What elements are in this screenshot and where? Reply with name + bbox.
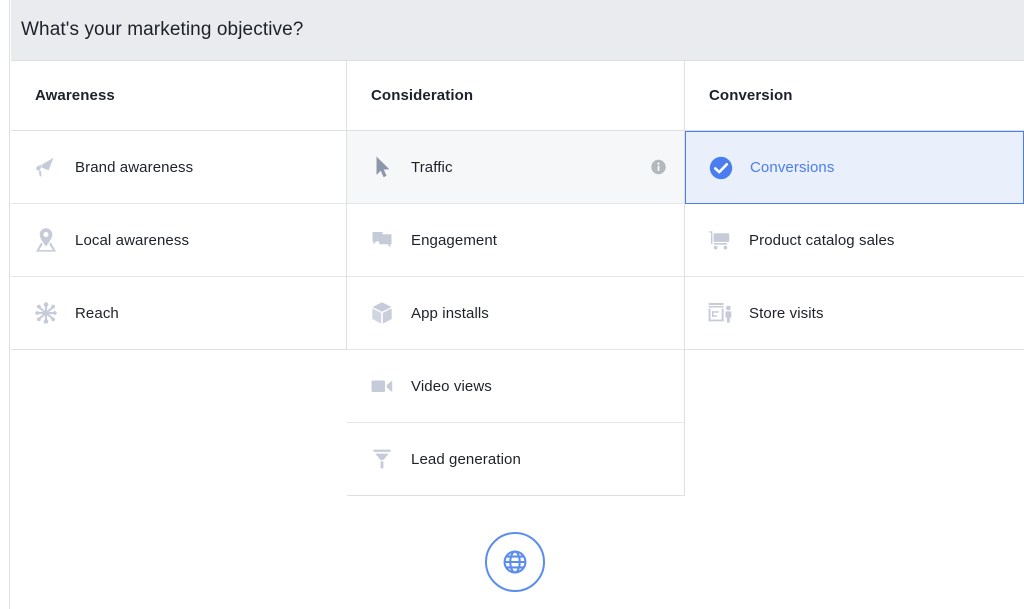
option-label: Local awareness — [75, 231, 190, 249]
column-title: Consideration — [371, 87, 474, 104]
video-camera-icon — [365, 371, 399, 401]
check-circle-icon — [704, 153, 738, 183]
option-store-visits[interactable]: Store visits — [685, 277, 1024, 350]
option-label: Traffic — [411, 158, 453, 176]
objective-columns: Awareness Brand awareness Local awarenes… — [11, 61, 1024, 496]
column-title: Conversion — [709, 87, 793, 104]
option-brand-awareness[interactable]: Brand awareness — [11, 131, 346, 204]
option-engagement[interactable]: Engagement — [347, 204, 684, 277]
option-product-catalog-sales[interactable]: Product catalog sales — [685, 204, 1024, 277]
option-label: Brand awareness — [75, 158, 194, 176]
option-label: Conversions — [750, 159, 835, 176]
column-header-awareness: Awareness — [11, 61, 346, 131]
option-video-views[interactable]: Video views — [347, 350, 684, 423]
cube-icon — [365, 298, 399, 328]
option-local-awareness[interactable]: Local awareness — [11, 204, 346, 277]
option-label: App installs — [411, 304, 489, 322]
info-icon[interactable] — [651, 159, 666, 175]
option-label: Video views — [411, 377, 492, 395]
option-label: Product catalog sales — [749, 231, 895, 249]
option-lead-generation[interactable]: Lead generation — [347, 423, 684, 496]
globe-button[interactable] — [484, 532, 545, 592]
cursor-arrow-icon — [365, 152, 399, 182]
objective-card: What's your marketing objective? Awarene… — [11, 0, 1024, 609]
globe-button-row — [11, 532, 1024, 592]
option-reach[interactable]: Reach — [11, 277, 346, 350]
map-pin-icon — [29, 225, 63, 255]
left-gutter — [0, 0, 10, 609]
option-app-installs[interactable]: App installs — [347, 277, 684, 350]
marketing-objective-screen: What's your marketing objective? Awarene… — [0, 0, 1024, 609]
globe-icon — [499, 546, 531, 578]
page-header: What's your marketing objective? — [11, 0, 1024, 61]
column-awareness: Awareness Brand awareness Local awarenes… — [11, 61, 347, 350]
option-label: Lead generation — [411, 450, 521, 468]
funnel-icon — [365, 444, 399, 474]
option-traffic[interactable]: Traffic — [347, 131, 684, 204]
shopping-cart-icon — [703, 225, 737, 255]
column-header-consideration: Consideration — [347, 61, 684, 131]
option-label: Engagement — [411, 231, 498, 249]
storefront-icon — [703, 298, 737, 328]
option-conversions[interactable]: Conversions — [685, 131, 1024, 204]
starburst-icon — [29, 298, 63, 328]
column-title: Awareness — [35, 87, 115, 104]
option-label: Store visits — [749, 304, 824, 322]
column-consideration: Consideration Traffic Engagement App ins… — [347, 61, 685, 496]
speech-bubbles-icon — [365, 225, 399, 255]
column-conversion: Conversion Conversions Product catalog s… — [685, 61, 1024, 350]
megaphone-icon — [29, 152, 63, 182]
option-label: Reach — [75, 304, 119, 322]
page-title: What's your marketing objective? — [21, 19, 304, 40]
column-header-conversion: Conversion — [685, 61, 1024, 131]
